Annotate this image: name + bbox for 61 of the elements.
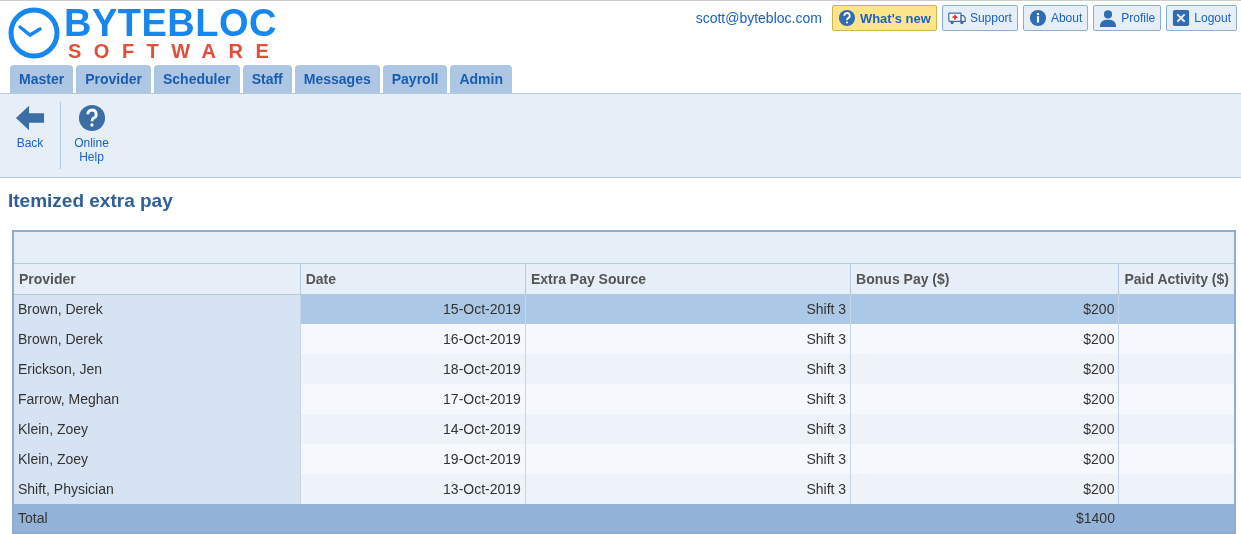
column-header: Date: [300, 263, 526, 294]
table-cell: $200: [1083, 361, 1115, 377]
column-header: Extra Pay Source: [525, 263, 851, 294]
table-cell: $200: [1083, 391, 1115, 407]
nav-tab[interactable]: Admin: [450, 65, 512, 93]
table-cell: 17-Oct-2019: [443, 391, 521, 407]
column-header: Provider: [13, 263, 301, 294]
column-header: Bonus Pay ($): [850, 263, 1119, 294]
table-cell: 18-Oct-2019: [443, 361, 521, 377]
logo-wordmark: BYTEBLOC: [64, 5, 278, 41]
ambulance-icon: [947, 9, 966, 27]
help-icon: [76, 104, 107, 132]
table-cell: $200: [1083, 331, 1115, 347]
table-cell: 15-Oct-2019: [443, 301, 521, 318]
logout-button[interactable]: Logout: [1166, 5, 1237, 31]
about-button[interactable]: About: [1022, 5, 1089, 31]
nav-tab[interactable]: Master: [10, 65, 74, 93]
table-cell: Shift 3: [806, 421, 847, 437]
table-cell: $200: [1083, 301, 1115, 318]
whatsnew-button[interactable]: What's new: [831, 5, 937, 31]
help-icon: [837, 9, 856, 27]
total-label: Total: [18, 510, 48, 526]
table-cell: Shift 3: [806, 451, 847, 467]
table-cell: 19-Oct-2019: [443, 451, 521, 467]
table-cell: Shift 3: [806, 301, 847, 318]
nav-tab[interactable]: Scheduler: [153, 65, 240, 93]
table-cell: 16-Oct-2019: [443, 331, 521, 347]
column-header: Paid Activity ($): [1118, 263, 1235, 294]
back-button[interactable]: Back: [0, 102, 60, 169]
profile-button[interactable]: Profile: [1093, 5, 1162, 31]
table-cell: $200: [1083, 421, 1115, 437]
info-icon: [1028, 9, 1047, 27]
back-arrow-icon: [15, 104, 45, 132]
table-cell: Shift 3: [806, 481, 847, 497]
close-icon: [1172, 9, 1191, 27]
total-value: $1400: [1076, 510, 1115, 526]
table-cell: Klein, Zoey: [18, 451, 89, 467]
nav-tab[interactable]: Payroll: [382, 65, 448, 93]
nav-tab[interactable]: Provider: [76, 65, 151, 93]
table-cell: $200: [1083, 451, 1115, 467]
table-cell: Shift 3: [806, 391, 847, 407]
user-email: scott@bytebloc.com: [695, 10, 822, 26]
person-icon: [1099, 9, 1118, 27]
clock-logo-icon: [8, 7, 60, 59]
table-cell: Farrow, Meghan: [18, 391, 120, 407]
table-cell: 14-Oct-2019: [443, 421, 521, 437]
nav-tab[interactable]: Staff: [242, 65, 292, 93]
table-cell: Shift 3: [806, 331, 847, 347]
table-cell: Shift 3: [806, 361, 847, 377]
page-title: Itemized extra pay: [7, 189, 174, 213]
table-cell: Klein, Zoey: [18, 421, 89, 437]
table-cell: Erickson, Jen: [18, 361, 103, 377]
logo-tagline: SOFTWARE: [67, 41, 282, 61]
table-cell: $200: [1083, 481, 1115, 497]
nav-tab[interactable]: Messages: [294, 65, 380, 93]
help-button[interactable]: Online Help: [60, 102, 122, 169]
table-cell: Brown, Derek: [18, 301, 103, 318]
table-cell: Shift, Physician: [18, 481, 114, 497]
support-button[interactable]: Support: [941, 5, 1018, 31]
table-cell: 13-Oct-2019: [443, 481, 521, 497]
table-cell: Brown, Derek: [18, 331, 103, 347]
